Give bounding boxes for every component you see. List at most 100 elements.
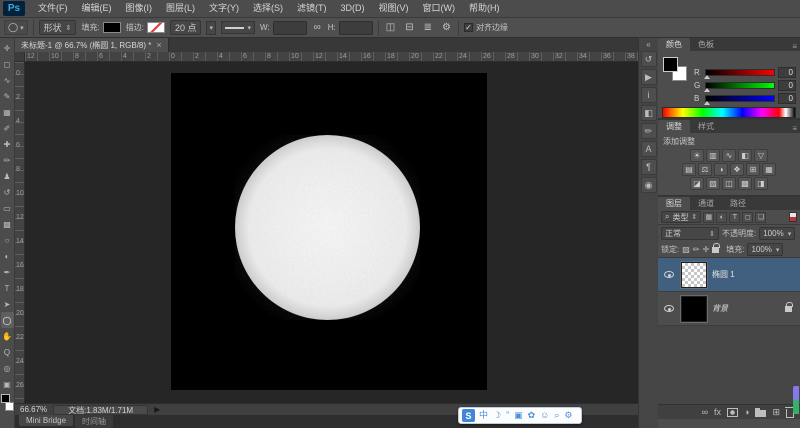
menu-item[interactable]: 编辑(E)	[75, 0, 119, 17]
new-adjustment-layer-icon[interactable]: ◑	[744, 407, 749, 417]
adjustments-tab[interactable]: 调整	[658, 120, 690, 133]
path-selection-tool[interactable]: ➤	[1, 296, 14, 312]
channel-value[interactable]: 0	[778, 92, 796, 104]
clone-stamp-tool[interactable]: ♟	[1, 168, 14, 184]
blur-tool[interactable]: ○	[1, 232, 14, 248]
ime-account-icon[interactable]: ☺	[540, 411, 549, 420]
quick-mask-button[interactable]: ◎	[1, 360, 14, 376]
layer-kind-select[interactable]: ⌕ 类型 ⇕	[661, 211, 702, 223]
path-arrange-icon[interactable]: ≣	[422, 22, 434, 33]
levels-icon[interactable]: ▥	[706, 149, 720, 162]
link-layers-icon[interactable]: ∞	[702, 407, 708, 417]
selective-color-icon[interactable]: ◨	[754, 177, 768, 190]
slider-handle-icon[interactable]	[704, 100, 710, 105]
brush-panel-icon[interactable]: ✏	[640, 123, 657, 139]
dodge-tool[interactable]: ◐	[1, 248, 14, 264]
menu-item[interactable]: 图像(I)	[119, 0, 160, 17]
lasso-tool[interactable]: ∿	[1, 72, 14, 88]
lock-pixels-icon[interactable]: ✏	[693, 245, 700, 254]
layer-thumbnail[interactable]	[680, 294, 708, 323]
channel-slider[interactable]	[704, 81, 775, 92]
chevron-down-icon[interactable]: ▾	[206, 20, 216, 35]
navigator-panel-icon[interactable]: ▶	[640, 69, 657, 85]
tool-preset-picker[interactable]: ◯ ▾	[4, 20, 28, 35]
history-panel-icon[interactable]: ↺	[640, 51, 657, 67]
layers-tab[interactable]: 通道	[690, 197, 722, 210]
menu-item[interactable]: 选择(S)	[246, 0, 290, 17]
layer-thumbnail[interactable]	[680, 260, 708, 289]
color-spectrum-bar[interactable]	[662, 107, 796, 118]
layer-style-fx-icon[interactable]: fx	[714, 407, 721, 417]
adjustments-tab[interactable]: 样式	[690, 120, 722, 133]
ime-toolbox-icon[interactable]: ⚙	[564, 411, 572, 420]
layer-row[interactable]: 背景	[658, 292, 800, 326]
brightness-contrast-icon[interactable]: ☀	[690, 149, 704, 162]
filter-shape-icon[interactable]: ◻	[742, 211, 754, 223]
properties-panel-icon[interactable]: ◧	[640, 105, 657, 121]
ime-skin-icon[interactable]: ✿	[528, 411, 536, 420]
lock-position-icon[interactable]: ✛	[703, 245, 710, 254]
zoom-level[interactable]: 66.67%	[20, 405, 47, 414]
fill-swatch[interactable]	[102, 22, 121, 33]
move-tool[interactable]: ✛	[1, 40, 14, 56]
quick-selection-tool[interactable]: ✎	[1, 88, 14, 104]
new-layer-icon[interactable]: ⊞	[772, 407, 780, 417]
slider-handle-icon[interactable]	[704, 87, 710, 92]
panel-menu-icon[interactable]: ≡	[792, 124, 800, 133]
foreground-color-swatch[interactable]	[663, 57, 678, 72]
crop-tool[interactable]: ▦	[1, 104, 14, 120]
brush-tool[interactable]: ✏	[1, 152, 14, 168]
layers-tab[interactable]: 图层	[658, 197, 690, 210]
ime-emoji-icon[interactable]: ▣	[514, 411, 523, 420]
lock-all-icon[interactable]	[712, 242, 721, 253]
path-align-icon[interactable]: ⊟	[403, 22, 415, 33]
stroke-style-picker[interactable]: ▾	[220, 21, 255, 34]
exposure-icon[interactable]: ◧	[738, 149, 752, 162]
gradient-map-icon[interactable]: ▩	[738, 177, 752, 190]
blend-mode-select[interactable]: 正常 ⇕	[661, 227, 719, 240]
layer-row[interactable]: 椭圆 1	[658, 258, 800, 292]
close-icon[interactable]: ×	[156, 40, 161, 50]
rectangular-marquee-tool[interactable]: ◻	[1, 56, 14, 72]
menu-item[interactable]: 帮助(H)	[462, 0, 507, 17]
filter-pixel-icon[interactable]: ▦	[703, 211, 715, 223]
filter-type-icon[interactable]: T	[729, 211, 741, 223]
lock-transparency-icon[interactable]: ▨	[682, 245, 690, 254]
filter-smart-object-icon[interactable]: ❏	[755, 211, 767, 223]
ime-search-icon[interactable]: ⌕	[554, 411, 559, 420]
menu-item[interactable]: 图层(L)	[159, 0, 202, 17]
zoom-tool[interactable]: Q	[1, 344, 14, 360]
ellipse-tool[interactable]: ◯	[0, 312, 14, 328]
menu-item[interactable]: 滤镜(T)	[290, 0, 334, 17]
ime-punctuation-icon[interactable]: ”	[506, 411, 509, 420]
history-brush-tool[interactable]: ↺	[1, 184, 14, 200]
channel-value[interactable]: 0	[778, 66, 796, 78]
visibility-cell[interactable]	[662, 271, 676, 278]
character-panel-icon[interactable]: A	[640, 141, 657, 157]
channel-slider[interactable]	[704, 68, 775, 79]
color-balance-icon[interactable]: ⚖	[698, 163, 712, 176]
hue-saturation-icon[interactable]: ▤	[682, 163, 696, 176]
gradient-tool[interactable]: ▩	[1, 216, 14, 232]
menu-item[interactable]: 视图(V)	[372, 0, 416, 17]
posterize-icon[interactable]: ▨	[706, 177, 720, 190]
background-color-swatch[interactable]	[4, 402, 14, 411]
visibility-cell[interactable]	[662, 305, 676, 312]
menu-item[interactable]: 3D(D)	[334, 0, 372, 17]
new-group-icon[interactable]	[755, 407, 767, 417]
pasteboard[interactable]	[25, 62, 638, 403]
width-input[interactable]	[272, 20, 307, 35]
foreground-color-swatch[interactable]	[0, 394, 10, 403]
threshold-icon[interactable]: ◫	[722, 177, 736, 190]
document-size-info[interactable]: 文档:1.83M/1.71M	[53, 404, 149, 415]
stroke-swatch[interactable]	[146, 22, 165, 33]
panel-menu-icon[interactable]: ≡	[792, 42, 800, 51]
bottom-tab-mini-bridge[interactable]: Mini Bridge	[19, 415, 74, 426]
stroke-width-field[interactable]: 20 点	[169, 20, 202, 35]
menu-item[interactable]: 文件(F)	[31, 0, 75, 17]
menu-item[interactable]: 文字(Y)	[202, 0, 246, 17]
expand-panels-icon[interactable]: «	[646, 40, 650, 49]
bottom-tab-timeline[interactable]: 时间轴	[75, 415, 114, 428]
add-layer-mask-icon[interactable]	[727, 407, 739, 417]
color-tab[interactable]: 颜色	[658, 38, 690, 51]
